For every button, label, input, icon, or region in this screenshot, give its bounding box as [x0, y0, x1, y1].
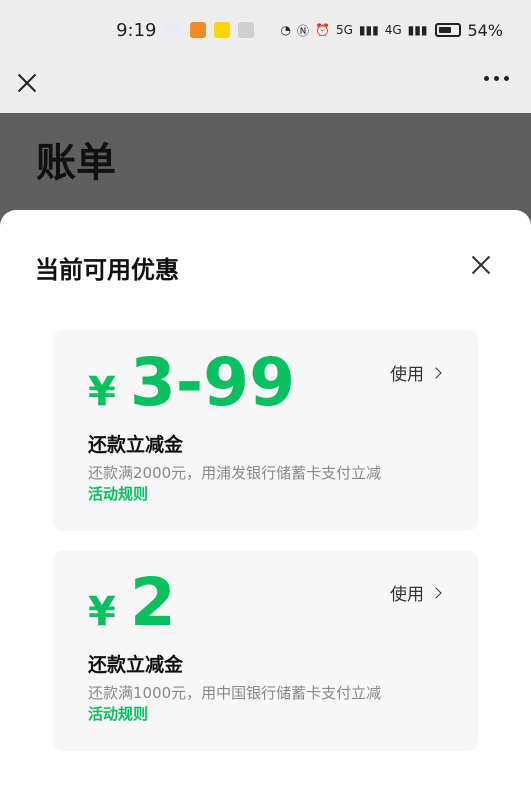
coupon-amount: ¥ 3-99 [88, 350, 295, 416]
coupon-name: 还款立减金 [88, 434, 184, 456]
nfc-icon: Ⓝ [296, 23, 309, 38]
coupon-name: 还款立减金 [88, 654, 184, 676]
chevron-right-icon [430, 366, 442, 379]
use-label: 使用 [390, 365, 424, 385]
signal-bars-icon: ▮▮▮ [358, 23, 379, 37]
coupon-value: 3-99 [129, 344, 296, 421]
coupon-amount: ¥ 2 [88, 570, 176, 636]
activity-rules-link[interactable]: 活动规则 [88, 483, 148, 504]
alarm-icon: ⏰ [314, 23, 330, 37]
signal-5g-icon: 5G [335, 23, 353, 37]
app-notification-icon [238, 22, 255, 38]
status-bar: 9:19 ◔ Ⓝ ⏰ 5G ▮▮▮ 4G ▮▮▮ 54% [0, 0, 531, 60]
app-notification-icon [166, 22, 183, 38]
coupon-sheet: 当前可用优惠 ¥ 3-99 使用 还款立减金 还款满2000元，用浦发银行储蓄卡… [0, 210, 531, 800]
coupon-card: ¥ 2 使用 还款立减金 还款满1000元，用中国银行储蓄卡支付立减 活动规则 [53, 550, 478, 751]
more-icon[interactable] [484, 76, 509, 81]
close-icon[interactable] [14, 70, 40, 96]
use-coupon-button[interactable]: 使用 [390, 580, 442, 605]
notification-icons [166, 22, 255, 38]
sheet-close-icon[interactable] [468, 252, 494, 278]
sheet-title: 当前可用优惠 [35, 256, 179, 284]
coupon-card: ¥ 3-99 使用 还款立减金 还款满2000元，用浦发银行储蓄卡支付立减 活动… [53, 330, 478, 531]
data-speed-icon: ◔ [280, 23, 291, 37]
use-label: 使用 [390, 585, 424, 605]
nav-bar [0, 60, 531, 113]
signal-4g-icon: 4G [384, 23, 402, 37]
chevron-right-icon [430, 586, 442, 599]
activity-rules-link[interactable]: 活动规则 [88, 703, 148, 724]
battery-icon [435, 23, 462, 37]
coupon-value: 2 [129, 564, 176, 641]
battery-percent: 54% [467, 20, 503, 40]
page-title: 账单 [36, 140, 116, 186]
currency-symbol: ¥ [88, 589, 116, 635]
signal-bars-icon: ▮▮▮ [407, 23, 428, 37]
status-time: 9:19 [116, 19, 157, 41]
app-notification-icon [190, 22, 207, 38]
currency-symbol: ¥ [88, 369, 116, 415]
coupon-description: 还款满2000元，用浦发银行储蓄卡支付立减 [88, 464, 382, 482]
use-coupon-button[interactable]: 使用 [390, 360, 442, 385]
coupon-description: 还款满1000元，用中国银行储蓄卡支付立减 [88, 684, 382, 702]
system-icons: ◔ Ⓝ ⏰ 5G ▮▮▮ 4G ▮▮▮ [280, 22, 427, 39]
app-notification-icon [214, 22, 231, 38]
